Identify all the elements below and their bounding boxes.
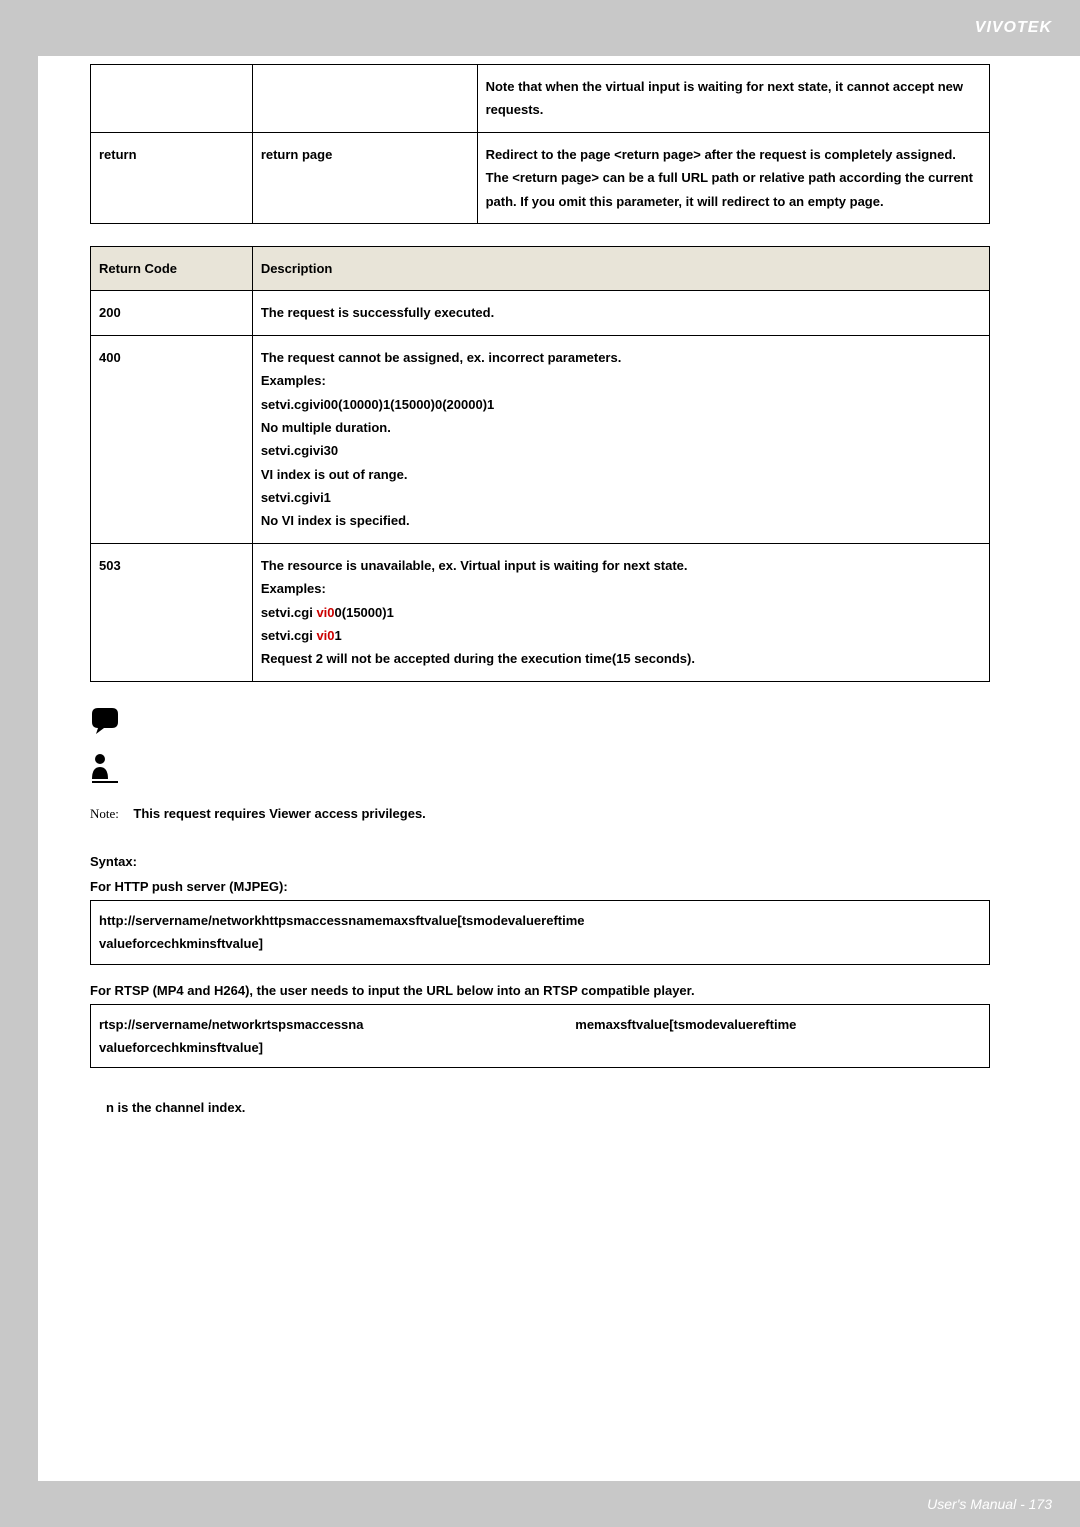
t: 1 bbox=[335, 628, 342, 643]
cell-200-desc: The request is successfully executed. bbox=[252, 291, 989, 335]
t: valueforcechkminsftvalue] bbox=[99, 932, 981, 955]
brand-label: VIVOTEK bbox=[975, 19, 1052, 37]
t: http://servername/networkhttpsmaccessnam… bbox=[99, 909, 981, 932]
t: 0(15000)1 bbox=[335, 605, 394, 620]
cell-return-page: return page bbox=[252, 132, 477, 223]
cell-400-desc: The request cannot be assigned, ex. inco… bbox=[252, 335, 989, 543]
t: The request cannot be assigned, ex. inco… bbox=[261, 346, 981, 369]
cell-400: 400 bbox=[91, 335, 253, 543]
t: The resource is unavailable, ex. Virtual… bbox=[261, 554, 981, 577]
cell-return: return bbox=[91, 132, 253, 223]
t: setvi.cgivi00(10000)1(15000)0(20000)1 bbox=[261, 393, 981, 416]
t: Request 2 will not be accepted during th… bbox=[261, 647, 981, 670]
t: memaxsftvalue[tsmodevaluereftime bbox=[575, 1013, 796, 1036]
cell-note: Note that when the virtual input is wait… bbox=[477, 65, 989, 133]
section-icon-2 bbox=[90, 751, 990, 792]
note-text: This request requires Viewer access priv… bbox=[133, 806, 425, 821]
sidebar-stripe bbox=[0, 56, 38, 1481]
t: setvi.cgi bbox=[261, 605, 317, 620]
t: vi0 bbox=[316, 605, 334, 620]
th-return-code: Return Code bbox=[91, 246, 253, 290]
t: VI index is out of range. bbox=[261, 463, 981, 486]
t: valueforcechkminsftvalue] bbox=[99, 1036, 981, 1059]
t: Redirect to the page bbox=[486, 147, 615, 162]
note-line: Note: This request requires Viewer acces… bbox=[90, 806, 990, 822]
footer-text: User's Manual - 173 bbox=[927, 1496, 1052, 1512]
t: No VI index is specified. bbox=[261, 509, 981, 532]
http-syntax-box: http://servername/networkhttpsmaccessnam… bbox=[90, 900, 990, 965]
t: setvi.cgi bbox=[261, 628, 317, 643]
t: No multiple duration. bbox=[261, 416, 981, 439]
t: rtsp://servername/networkrtspsmaccessna bbox=[99, 1013, 575, 1036]
cell-503: 503 bbox=[91, 543, 253, 681]
t: setvi.cgivi30 bbox=[261, 439, 981, 462]
cell-return-desc: Redirect to the page <return page> after… bbox=[477, 132, 989, 223]
cell-200: 200 bbox=[91, 291, 253, 335]
t: Examples: bbox=[261, 577, 981, 600]
t: Examples: bbox=[261, 369, 981, 392]
syntax-label: Syntax: bbox=[90, 854, 990, 869]
http-label: For HTTP push server (MJPEG): bbox=[90, 879, 990, 894]
note-label: Note: bbox=[90, 806, 119, 821]
rtsp-syntax-box: rtsp://servername/networkrtspsmaccessna … bbox=[90, 1004, 990, 1069]
t: <return page> bbox=[512, 170, 599, 185]
parameters-table: Note that when the virtual input is wait… bbox=[90, 64, 990, 224]
n-note: n is the channel index. bbox=[90, 1100, 990, 1115]
t: vi0 bbox=[316, 628, 334, 643]
return-code-table: Return Code Description 200 The request … bbox=[90, 246, 990, 682]
rtsp-label: For RTSP (MP4 and H264), the user needs … bbox=[90, 983, 990, 998]
t: <return page> bbox=[614, 147, 701, 162]
section-icon-1 bbox=[90, 704, 990, 745]
t: setvi.cgivi1 bbox=[261, 486, 981, 509]
th-description: Description bbox=[252, 246, 989, 290]
cell-503-desc: The resource is unavailable, ex. Virtual… bbox=[252, 543, 989, 681]
